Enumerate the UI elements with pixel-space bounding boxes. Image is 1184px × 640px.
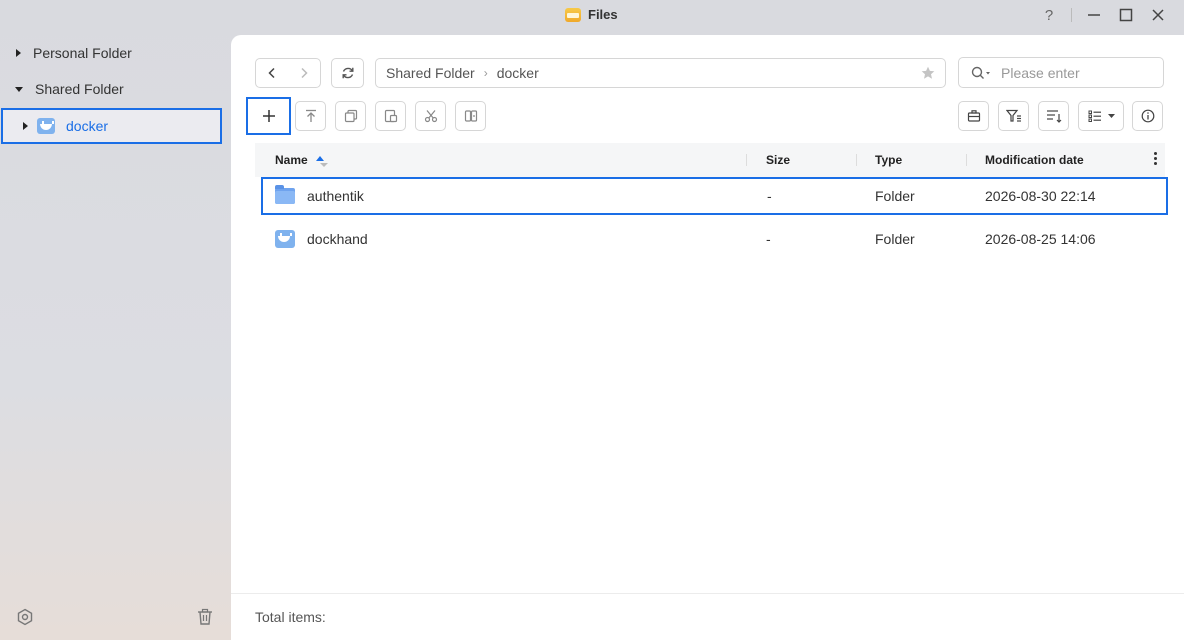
trash-button[interactable] xyxy=(196,608,214,626)
folder-icon xyxy=(275,185,295,204)
copy-button[interactable] xyxy=(335,101,366,131)
table-row[interactable]: dockhand - Folder 2026-08-25 14:06 xyxy=(255,217,1165,261)
toolbox-button[interactable] xyxy=(958,101,989,131)
minimize-button[interactable] xyxy=(1078,4,1110,26)
caret-down-icon[interactable] xyxy=(15,86,23,92)
sidebar-item-docker[interactable]: docker xyxy=(1,108,222,144)
caret-right-icon[interactable] xyxy=(23,122,28,130)
search-icon xyxy=(971,66,990,79)
paste-icon xyxy=(384,109,397,123)
maximize-icon xyxy=(1119,8,1133,22)
maximize-button[interactable] xyxy=(1110,4,1142,26)
settings-button[interactable] xyxy=(16,608,34,626)
sort-button[interactable] xyxy=(1038,101,1069,131)
search-box[interactable] xyxy=(958,57,1164,88)
name-cell: dockhand xyxy=(275,217,368,261)
column-divider[interactable] xyxy=(856,154,857,166)
size-cell: - xyxy=(766,231,771,247)
refresh-icon xyxy=(342,67,354,79)
help-icon: ? xyxy=(1044,6,1054,24)
table-header: Name Size Type Modification date xyxy=(255,143,1165,177)
sidebar-item-label: Shared Folder xyxy=(35,81,124,97)
scissors-icon xyxy=(424,110,437,123)
window-title-group: Files xyxy=(565,7,618,22)
briefcase-icon xyxy=(967,110,980,122)
size-cell: - xyxy=(767,188,772,204)
sidebar-bottom-bar xyxy=(0,594,230,640)
column-divider[interactable] xyxy=(966,154,967,166)
status-bar: Total items: xyxy=(231,593,1184,640)
docker-folder-icon xyxy=(37,118,55,134)
close-icon xyxy=(1152,9,1164,21)
trash-icon xyxy=(198,608,212,625)
paste-button[interactable] xyxy=(375,101,406,131)
sidebar-item-label: docker xyxy=(66,118,109,134)
sidebar-item-personal-folder[interactable]: Personal Folder xyxy=(0,35,230,71)
filter-icon xyxy=(1005,109,1021,122)
upload-button[interactable] xyxy=(295,101,326,131)
chevron-right-icon xyxy=(301,67,308,79)
sidebar-item-shared-folder[interactable]: Shared Folder xyxy=(0,71,230,107)
column-options-kebab-icon[interactable] xyxy=(1154,152,1157,165)
copy-icon xyxy=(344,109,357,123)
modified-cell: 2026-08-30 22:14 xyxy=(985,188,1096,204)
forward-button[interactable] xyxy=(288,59,320,87)
refresh-button[interactable] xyxy=(331,58,364,88)
navigation-buttons xyxy=(255,58,321,88)
sort-ascending-icon xyxy=(315,155,328,167)
column-divider[interactable] xyxy=(746,154,747,166)
name-cell: authentik xyxy=(275,179,364,213)
back-button[interactable] xyxy=(256,59,288,87)
help-button[interactable]: ? xyxy=(1033,4,1065,26)
type-cell: Folder xyxy=(875,188,915,204)
search-input[interactable] xyxy=(1001,64,1151,81)
upload-icon xyxy=(305,109,316,122)
cut-button[interactable] xyxy=(415,101,446,131)
list-view-icon xyxy=(1088,110,1101,122)
title-bar: Files ? xyxy=(0,0,1184,30)
main-panel: Shared Folder › docker Please enter Name… xyxy=(231,35,1184,640)
sidebar-item-label: Personal Folder xyxy=(33,45,132,61)
filter-button[interactable] xyxy=(998,101,1029,131)
move-icon xyxy=(464,110,477,122)
chevron-right-icon: › xyxy=(483,66,488,80)
move-button[interactable] xyxy=(455,101,486,131)
column-header-size[interactable]: Size xyxy=(766,143,790,177)
caret-right-icon[interactable] xyxy=(16,49,21,57)
table-row[interactable]: authentik - Folder 2026-08-30 22:14 xyxy=(261,177,1168,215)
settings-icon xyxy=(17,608,33,626)
favorite-star-button[interactable] xyxy=(921,66,935,83)
caret-down-icon xyxy=(1107,113,1115,118)
chevron-left-icon xyxy=(268,67,275,79)
docker-folder-icon xyxy=(275,230,295,248)
info-icon xyxy=(1141,109,1154,123)
sort-icon xyxy=(1046,110,1061,123)
window-title: Files xyxy=(588,7,618,22)
column-header-name[interactable]: Name xyxy=(275,143,328,177)
type-cell: Folder xyxy=(875,231,915,247)
plus-icon xyxy=(262,110,275,122)
close-button[interactable] xyxy=(1142,4,1174,26)
sidebar: Personal Folder Shared Folder docker xyxy=(0,35,230,640)
window-controls-divider xyxy=(1071,8,1072,22)
view-mode-dropdown[interactable] xyxy=(1078,101,1124,131)
modified-cell: 2026-08-25 14:06 xyxy=(985,231,1096,247)
star-icon xyxy=(921,66,935,79)
files-app-icon xyxy=(565,7,581,22)
minimize-icon xyxy=(1088,14,1100,16)
path-bar[interactable]: Shared Folder › docker xyxy=(375,58,946,88)
total-items-label: Total items: xyxy=(255,609,326,625)
column-header-type[interactable]: Type xyxy=(875,143,902,177)
column-header-modified[interactable]: Modification date xyxy=(985,143,1084,177)
info-button[interactable] xyxy=(1132,101,1163,131)
breadcrumb-shared-folder[interactable]: Shared Folder xyxy=(386,65,475,81)
add-button[interactable] xyxy=(246,97,291,135)
breadcrumb-docker[interactable]: docker xyxy=(497,65,539,81)
window-controls: ? xyxy=(1033,4,1174,26)
